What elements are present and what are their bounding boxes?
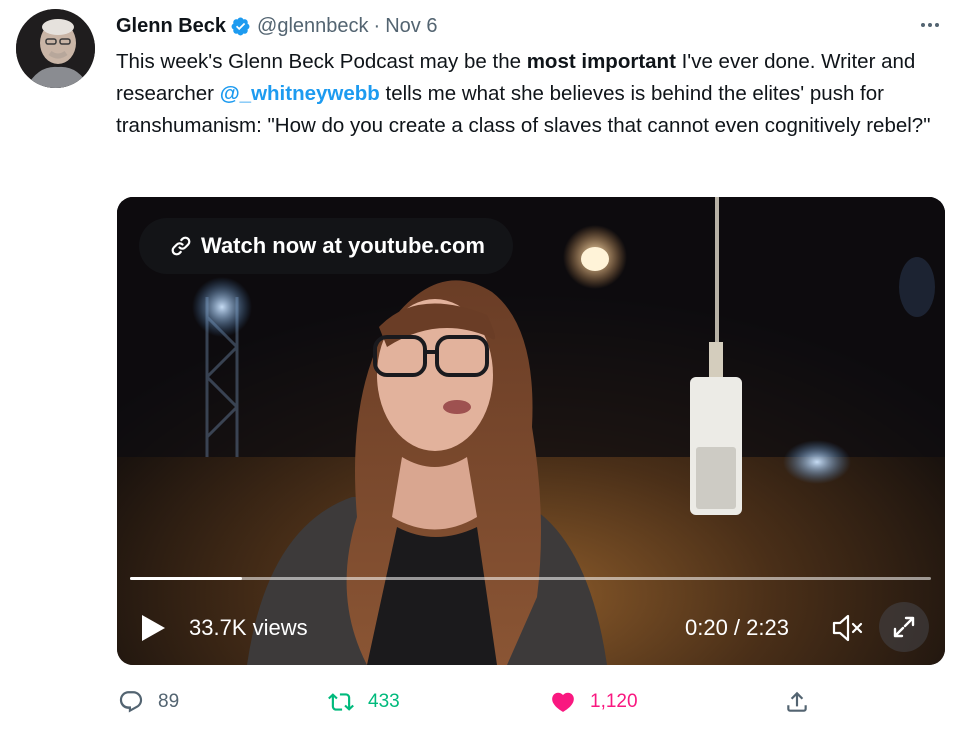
watch-on-youtube-button[interactable]: Watch now at youtube.com xyxy=(139,218,513,274)
reply-button[interactable]: 89 xyxy=(118,684,179,720)
separator-dot: · xyxy=(373,14,381,37)
reply-icon xyxy=(119,691,143,713)
tweet-text-part: This week's Glenn Beck Podcast may be th… xyxy=(116,50,527,73)
like-count: 1,120 xyxy=(590,691,638,712)
tweet[interactable]: Glenn Beck @glennbeck · Nov 6 This week'… xyxy=(0,0,975,739)
more-icon[interactable] xyxy=(916,14,944,36)
share-icon xyxy=(787,691,807,712)
share-button[interactable] xyxy=(784,684,810,720)
link-icon xyxy=(171,236,191,256)
reply-count: 89 xyxy=(158,691,180,712)
video-progress-bar[interactable] xyxy=(130,577,931,580)
tweet-header: Glenn Beck @glennbeck · Nov 6 xyxy=(116,12,437,40)
tweet-text-bold: most important xyxy=(526,50,676,73)
verified-badge-icon xyxy=(230,16,251,37)
tweet-text: This week's Glenn Beck Podcast may be th… xyxy=(116,46,946,142)
retweet-button[interactable]: 433 xyxy=(328,684,400,720)
video-progress-fill xyxy=(130,577,243,580)
retweet-count: 433 xyxy=(368,691,400,712)
mention-link[interactable]: @_whitneywebb xyxy=(220,82,380,105)
like-button[interactable]: 1,120 xyxy=(550,684,638,720)
author-handle[interactable]: @glennbeck xyxy=(257,15,368,38)
volume-muted-icon[interactable] xyxy=(831,612,865,644)
like-icon xyxy=(552,692,574,712)
avatar[interactable] xyxy=(16,9,95,88)
view-count: 33.7K views xyxy=(189,615,308,640)
video-player[interactable]: Watch now at youtube.com 33.7K views 0:2… xyxy=(117,197,945,665)
tweet-actions: 89 433 1,120 xyxy=(116,684,946,720)
expand-button[interactable] xyxy=(879,602,929,652)
play-icon[interactable] xyxy=(139,613,167,643)
tweet-date[interactable]: Nov 6 xyxy=(385,15,437,38)
retweet-icon xyxy=(328,693,354,711)
watch-label: Watch now at youtube.com xyxy=(201,233,485,258)
expand-icon xyxy=(893,616,915,638)
author-name[interactable]: Glenn Beck xyxy=(116,15,226,38)
video-time: 0:20 / 2:23 xyxy=(685,615,789,640)
